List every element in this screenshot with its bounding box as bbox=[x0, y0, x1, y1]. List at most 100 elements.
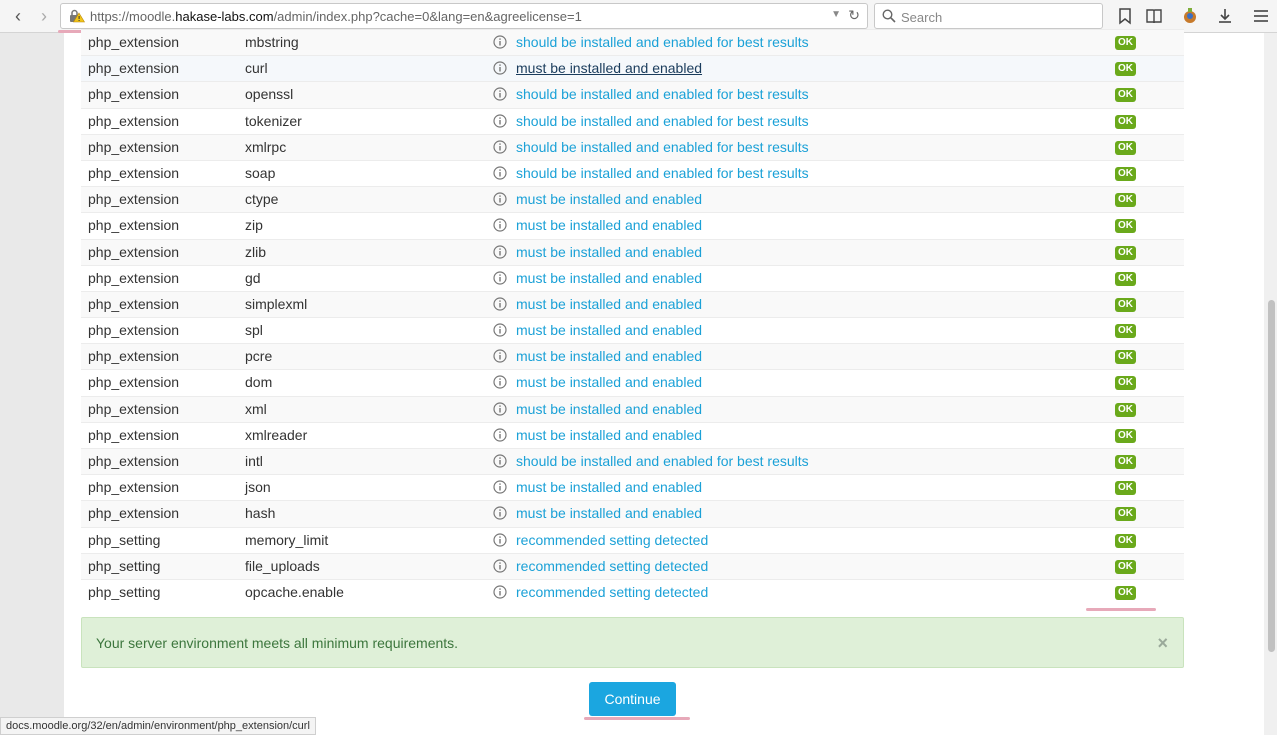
row-report-link[interactable]: must be installed and enabled bbox=[516, 296, 702, 312]
row-name: file_uploads bbox=[245, 557, 320, 574]
row-report-link[interactable]: recommended setting detected bbox=[516, 532, 708, 548]
forward-icon[interactable]: › bbox=[34, 6, 54, 26]
row-type: php_extension bbox=[88, 164, 180, 181]
menu-icon[interactable] bbox=[1252, 7, 1270, 25]
info-icon[interactable] bbox=[493, 297, 507, 311]
row-report-link[interactable]: must be installed and enabled bbox=[516, 479, 702, 495]
info-icon[interactable] bbox=[493, 323, 507, 337]
back-icon[interactable]: ‹ bbox=[8, 6, 28, 26]
table-row: php_extension openssl should be installed … bbox=[81, 81, 1184, 108]
row-report-link[interactable]: must be installed and enabled bbox=[516, 60, 702, 76]
address-bar[interactable]: https://moodle.hakase-labs.com/admin/ind… bbox=[60, 3, 868, 29]
status-badge: OK bbox=[1115, 62, 1136, 77]
info-icon[interactable] bbox=[493, 192, 507, 206]
search-input[interactable]: Search bbox=[901, 10, 942, 25]
row-type: php_setting bbox=[88, 583, 161, 600]
bookmark-icon[interactable] bbox=[1116, 7, 1134, 25]
row-name: xmlrpc bbox=[245, 138, 287, 155]
status-badge: OK bbox=[1115, 507, 1136, 522]
row-report-link[interactable]: should be installed and enabled for best… bbox=[516, 453, 809, 469]
info-icon[interactable] bbox=[493, 218, 507, 232]
dropdown-arrow-icon[interactable]: ▼ bbox=[831, 9, 841, 20]
info-icon[interactable] bbox=[493, 402, 507, 416]
table-row: php_extension zip must be installed and en… bbox=[81, 212, 1184, 238]
status-badge: OK bbox=[1115, 245, 1136, 260]
row-report-link[interactable]: must be installed and enabled bbox=[516, 374, 702, 390]
info-icon[interactable] bbox=[493, 585, 507, 599]
info-icon[interactable] bbox=[493, 349, 507, 363]
close-icon[interactable]: × bbox=[1157, 633, 1168, 654]
table-row: php_setting opcache.enable recommended set… bbox=[81, 578, 1184, 605]
info-icon[interactable] bbox=[493, 113, 507, 128]
status-badge: OK bbox=[1115, 585, 1136, 600]
table-row: php_extension curl must be installed and e… bbox=[81, 55, 1184, 82]
row-type: php_extension bbox=[88, 191, 180, 208]
row-report-link[interactable]: must be installed and enabled bbox=[516, 427, 702, 443]
table-row: php_extension tokenizer should be installe… bbox=[81, 107, 1184, 134]
info-icon[interactable] bbox=[493, 61, 507, 75]
row-name: ctype bbox=[245, 191, 279, 208]
row-type: php_extension bbox=[88, 400, 180, 417]
row-report-link[interactable]: must be installed and enabled bbox=[516, 348, 702, 364]
continue-button[interactable]: Continue bbox=[589, 682, 676, 716]
row-type: php_extension bbox=[88, 453, 180, 469]
row-report-link[interactable]: should be installed and enabled for best… bbox=[516, 165, 809, 181]
reload-icon[interactable]: ↻ bbox=[848, 7, 860, 24]
info-icon[interactable] bbox=[493, 166, 507, 180]
row-type: php_extension bbox=[88, 86, 180, 103]
info-icon[interactable] bbox=[493, 480, 507, 494]
info-icon[interactable] bbox=[493, 87, 507, 101]
info-icon[interactable] bbox=[493, 506, 507, 520]
info-icon[interactable] bbox=[493, 140, 507, 154]
info-icon[interactable] bbox=[493, 532, 507, 547]
table-row: php_extension ctype must be installed and … bbox=[81, 186, 1184, 213]
row-report-link[interactable]: must be installed and enabled bbox=[516, 244, 702, 260]
row-type: php_extension bbox=[88, 112, 180, 129]
info-icon[interactable] bbox=[493, 559, 507, 573]
row-report-link[interactable]: should be installed and enabled for best… bbox=[516, 113, 809, 129]
row-report-link[interactable]: should be installed and enabled for best… bbox=[516, 34, 809, 50]
url-prefix: https://moodle. bbox=[90, 9, 176, 24]
row-name: gd bbox=[245, 269, 261, 286]
row-name: dom bbox=[245, 374, 273, 391]
scrollbar-thumb[interactable] bbox=[1268, 300, 1275, 652]
insecure-lock-icon[interactable] bbox=[69, 9, 85, 23]
main-content: php_extension mbstring should be installed… bbox=[64, 29, 1264, 735]
info-icon[interactable] bbox=[493, 271, 507, 285]
row-report-link[interactable]: should be installed and enabled for best… bbox=[516, 86, 809, 102]
row-report-link[interactable]: recommended setting detected bbox=[516, 558, 708, 574]
row-report-link[interactable]: must be installed and enabled bbox=[516, 322, 702, 338]
ok-highlight-mark bbox=[1086, 608, 1156, 611]
row-report-link[interactable]: should be installed and enabled for best… bbox=[516, 139, 809, 155]
row-name: spl bbox=[245, 322, 263, 339]
status-badge: OK bbox=[1115, 481, 1136, 496]
info-icon[interactable] bbox=[493, 428, 507, 442]
row-name: xmlreader bbox=[245, 426, 308, 443]
search-icon bbox=[882, 9, 896, 23]
status-badge: OK bbox=[1115, 271, 1136, 286]
row-report-link[interactable]: must be installed and enabled bbox=[516, 505, 702, 521]
row-report-link[interactable]: must be installed and enabled bbox=[516, 217, 702, 233]
info-icon[interactable] bbox=[493, 35, 507, 49]
info-icon[interactable] bbox=[493, 454, 507, 468]
extension-icon[interactable] bbox=[1181, 7, 1199, 25]
info-icon[interactable] bbox=[493, 375, 507, 390]
status-badge: OK bbox=[1115, 140, 1136, 155]
search-bar[interactable]: Search bbox=[874, 3, 1103, 29]
row-report-link[interactable]: must be installed and enabled bbox=[516, 401, 702, 417]
row-name: memory_limit bbox=[245, 531, 329, 548]
url-text[interactable]: https://moodle.hakase-labs.com/admin/ind… bbox=[90, 9, 582, 24]
row-name: simplexml bbox=[245, 295, 308, 312]
row-name: hash bbox=[245, 505, 276, 522]
row-report-link[interactable]: recommended setting detected bbox=[516, 584, 708, 600]
download-icon[interactable] bbox=[1216, 7, 1234, 25]
row-report-link[interactable]: must be installed and enabled bbox=[516, 191, 702, 207]
reader-icon[interactable] bbox=[1145, 7, 1163, 25]
row-type: php_extension bbox=[88, 243, 180, 260]
info-icon[interactable] bbox=[493, 244, 507, 259]
row-report-link[interactable]: must be installed and enabled bbox=[516, 270, 702, 286]
table-row: php_extension simplexml must be installed … bbox=[81, 290, 1184, 318]
table-row: php_extension xmlreader must be installed … bbox=[81, 421, 1184, 448]
status-badge: OK bbox=[1115, 402, 1136, 417]
row-name: json bbox=[245, 479, 271, 496]
